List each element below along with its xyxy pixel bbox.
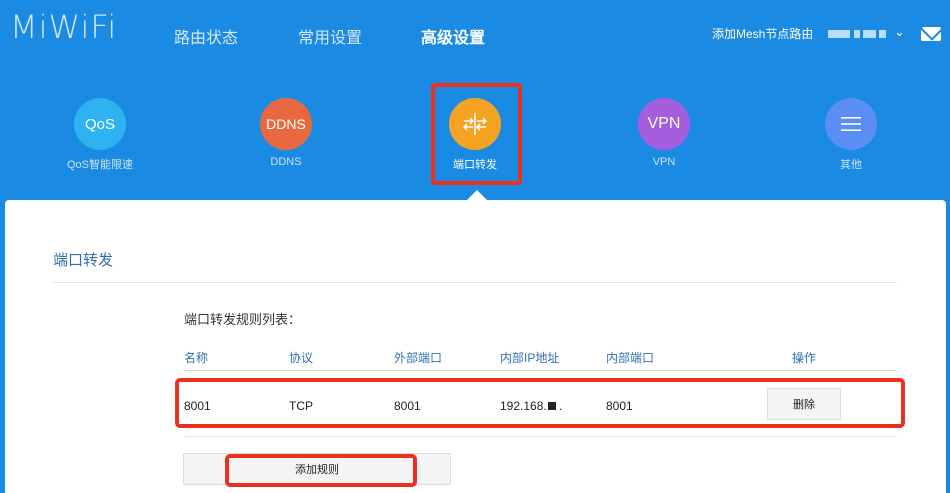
column-header-name: 名称 bbox=[184, 351, 209, 365]
title-divider bbox=[53, 282, 897, 283]
nav-advanced-settings[interactable]: 高级设置 bbox=[421, 24, 485, 48]
annotation-highlight-rule-row bbox=[175, 378, 905, 428]
nav-common-settings[interactable]: 常用设置 bbox=[298, 24, 362, 48]
add-mesh-node-link[interactable]: 添加Mesh节点路由 bbox=[712, 25, 813, 42]
nav-router-status[interactable]: 路由状态 bbox=[174, 24, 238, 48]
feature-other-label: 其他 bbox=[840, 159, 862, 171]
column-header-internal-port: 内部端口 bbox=[606, 351, 655, 365]
feature-ddns[interactable]: DDNS DDNS bbox=[226, 98, 346, 168]
table-row-divider bbox=[184, 436, 897, 437]
column-header-internal-ip: 内部IP地址 bbox=[500, 351, 560, 365]
annotation-highlight-port-forwarding bbox=[431, 83, 522, 185]
ddns-icon: DDNS bbox=[260, 98, 312, 150]
account-name-redacted[interactable] bbox=[828, 30, 886, 38]
feature-qos-label: QoS智能限速 bbox=[66, 159, 133, 171]
feature-ddns-label: DDNS bbox=[270, 156, 302, 168]
feature-vpn-label: VPN bbox=[652, 156, 676, 168]
port-forwarding-panel: 端口转发 端口转发规则列表： 名称 协议 外部端口 内部IP地址 内部端口 操作… bbox=[5, 200, 946, 493]
top-nav-bar: MiWiFi 路由状态 常用设置 高级设置 添加Mesh节点路由 ⌄ bbox=[0, 0, 950, 70]
rule-list-title: 端口转发规则列表： bbox=[184, 312, 302, 327]
menu-icon bbox=[825, 98, 877, 150]
annotation-highlight-add-rule bbox=[225, 454, 417, 487]
column-header-external-port: 外部端口 bbox=[394, 351, 443, 365]
qos-icon: QoS bbox=[74, 98, 126, 150]
feature-vpn[interactable]: VPN VPN bbox=[604, 98, 724, 168]
table-header-divider bbox=[184, 370, 897, 371]
feature-qos[interactable]: QoS QoS智能限速 bbox=[40, 98, 160, 172]
miwifi-logo[interactable]: MiWiFi bbox=[10, 8, 117, 46]
page-title: 端口转发 bbox=[53, 252, 114, 269]
mail-icon[interactable] bbox=[921, 27, 941, 41]
vpn-icon: VPN bbox=[638, 98, 690, 150]
column-header-protocol: 协议 bbox=[289, 351, 314, 365]
column-header-action: 操作 bbox=[792, 351, 817, 365]
feature-other[interactable]: 其他 bbox=[791, 98, 911, 172]
chevron-down-icon[interactable]: ⌄ bbox=[894, 24, 905, 40]
